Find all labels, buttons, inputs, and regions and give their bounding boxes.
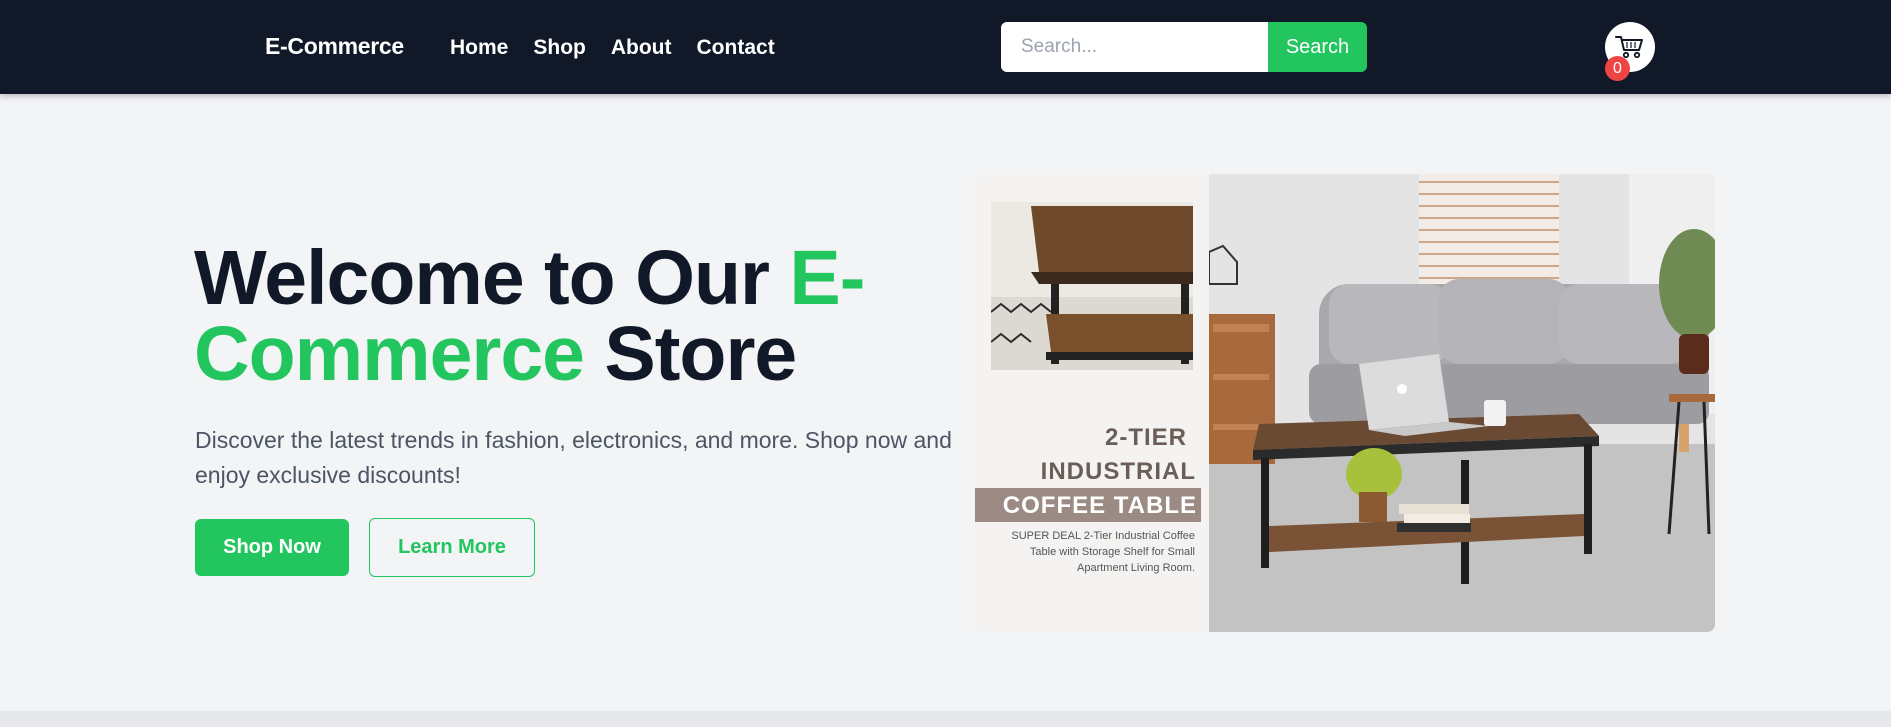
living-room-photo — [1209, 174, 1715, 632]
brand-logo[interactable]: E-Commerce — [265, 33, 404, 60]
promo-heading-line3: COFFEE TABLE — [1002, 492, 1197, 519]
hero-title-part1: Welcome to Our — [194, 235, 790, 321]
nav-link-contact[interactable]: Contact — [697, 36, 775, 60]
shop-now-button[interactable]: Shop Now — [195, 519, 349, 576]
cart-count-badge: 0 — [1605, 56, 1630, 81]
nav-link-home[interactable]: Home — [450, 36, 508, 60]
learn-more-button[interactable]: Learn More — [369, 518, 535, 577]
search-button[interactable]: Search — [1268, 22, 1367, 72]
search-input[interactable] — [1001, 22, 1268, 72]
promo-panel: 2-TIER INDUSTRIAL COFFEE TABLE SUPER DEA… — [975, 174, 1209, 632]
hero-product-image: 2-TIER INDUSTRIAL COFFEE TABLE SUPER DEA… — [975, 174, 1715, 632]
product-thumbnail — [991, 202, 1193, 370]
top-navbar: E-Commerce Home Shop About Contact Searc… — [0, 0, 1891, 94]
hero-title-part2: Store — [584, 311, 797, 397]
section-divider — [0, 711, 1891, 727]
search-bar: Search — [1001, 22, 1367, 72]
nav-link-about[interactable]: About — [611, 36, 672, 60]
hero-title: Welcome to Our E-Commerce Store — [194, 240, 974, 393]
promo-heading-line1: 2-TIER — [1104, 424, 1187, 451]
main-nav: Home Shop About Contact — [450, 36, 775, 60]
promo-description: SUPER DEAL 2-Tier Industrial Coffee Tabl… — [1011, 530, 1195, 574]
promo-heading-line2: INDUSTRIAL — [1040, 458, 1196, 485]
nav-link-shop[interactable]: Shop — [533, 36, 586, 60]
hero-subtitle: Discover the latest trends in fashion, e… — [195, 427, 952, 488]
